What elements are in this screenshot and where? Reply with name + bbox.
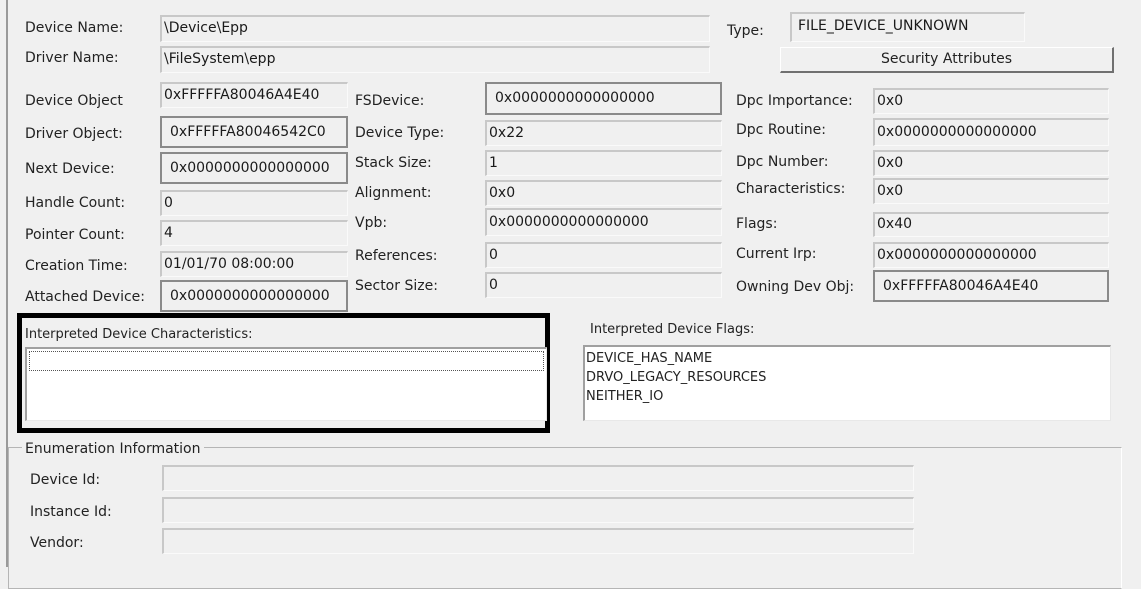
- type-field[interactable]: FILE_DEVICE_UNKNOWN: [790, 12, 1025, 42]
- left-field-value[interactable]: 0x0000000000000000: [160, 280, 348, 312]
- device-name-label: Device Name:: [25, 20, 124, 36]
- enumeration-title: Enumeration Information: [22, 441, 204, 457]
- right-field-value[interactable]: 0xFFFFFA80046A4E40: [873, 270, 1109, 302]
- left-field-value[interactable]: 0: [160, 190, 348, 216]
- driver-name-label: Driver Name:: [25, 50, 119, 66]
- vendor-field[interactable]: [162, 528, 914, 554]
- driver-name-field[interactable]: \FileSystem\epp: [160, 46, 710, 73]
- right-field-label: Dpc Importance:: [736, 93, 853, 109]
- right-field-value[interactable]: 0x0: [873, 178, 1109, 204]
- right-field-label: Dpc Routine:: [736, 122, 826, 138]
- list-item[interactable]: NEITHER_IO: [586, 387, 1109, 406]
- right-field-label: Current Irp:: [736, 246, 817, 262]
- middle-field-label: Sector Size:: [355, 278, 438, 294]
- middle-field-label: Alignment:: [355, 185, 432, 201]
- left-field-label: Device Object: [25, 93, 123, 109]
- right-field-label: Owning Dev Obj:: [736, 279, 855, 295]
- right-field-value[interactable]: 0x0000000000000000: [873, 242, 1109, 268]
- flags-label: Interpreted Device Flags:: [590, 322, 755, 337]
- instance-id-field[interactable]: [162, 497, 914, 523]
- vendor-label: Vendor:: [30, 535, 84, 551]
- device-id-field[interactable]: [162, 465, 914, 491]
- characteristics-listbox[interactable]: [25, 347, 547, 421]
- middle-field-label: Device Type:: [355, 125, 445, 141]
- list-item[interactable]: DEVICE_HAS_NAME: [586, 349, 1109, 368]
- middle-field-value[interactable]: 0x0000000000000000: [485, 208, 722, 236]
- right-field-label: Dpc Number:: [736, 154, 829, 170]
- left-field-label: Driver Object:: [25, 126, 123, 142]
- left-field-value[interactable]: 0x0000000000000000: [160, 152, 348, 184]
- left-field-label: Handle Count:: [25, 195, 126, 211]
- type-label: Type:: [727, 23, 764, 39]
- middle-field-value[interactable]: 0x22: [485, 120, 722, 146]
- flags-listbox[interactable]: DEVICE_HAS_NAME DRVO_LEGACY_RESOURCES NE…: [583, 345, 1111, 421]
- left-field-value[interactable]: 01/01/70 08:00:00: [160, 251, 348, 277]
- middle-field-label: References:: [355, 248, 438, 264]
- right-field-label: Characteristics:: [736, 181, 846, 197]
- right-field-value[interactable]: 0x0: [873, 150, 1109, 176]
- left-field-value[interactable]: 0xFFFFFA80046542C0: [160, 116, 348, 148]
- middle-field-label: Vpb:: [355, 215, 388, 231]
- left-field-label: Creation Time:: [25, 258, 128, 274]
- left-field-label: Attached Device:: [25, 289, 146, 305]
- device-name-field[interactable]: \Device\Epp: [160, 15, 710, 42]
- middle-field-label: FSDevice:: [355, 93, 425, 109]
- security-attributes-button[interactable]: Security Attributes: [780, 47, 1114, 73]
- characteristics-label: Interpreted Device Characteristics:: [25, 327, 253, 342]
- right-field-value[interactable]: 0x0: [873, 88, 1109, 114]
- middle-field-label: Stack Size:: [355, 155, 432, 171]
- device-id-label: Device Id:: [30, 472, 101, 488]
- middle-field-value[interactable]: 1: [485, 150, 722, 176]
- focus-rect: [29, 351, 544, 371]
- right-field-value[interactable]: 0x40: [873, 212, 1109, 237]
- right-field-label: Flags:: [736, 216, 778, 232]
- middle-field-value[interactable]: 0x0000000000000000: [485, 82, 722, 115]
- instance-id-label: Instance Id:: [30, 504, 112, 520]
- middle-field-value[interactable]: 0x0: [485, 180, 722, 206]
- middle-field-value[interactable]: 0: [485, 272, 722, 298]
- left-field-value[interactable]: 0xFFFFFA80046A4E40: [160, 82, 348, 108]
- right-field-value[interactable]: 0x0000000000000000: [873, 118, 1109, 146]
- left-field-label: Next Device:: [25, 161, 115, 177]
- middle-field-value[interactable]: 0: [485, 242, 722, 268]
- left-field-label: Pointer Count:: [25, 227, 125, 243]
- list-item[interactable]: DRVO_LEGACY_RESOURCES: [586, 368, 1109, 387]
- left-field-value[interactable]: 4: [160, 220, 348, 246]
